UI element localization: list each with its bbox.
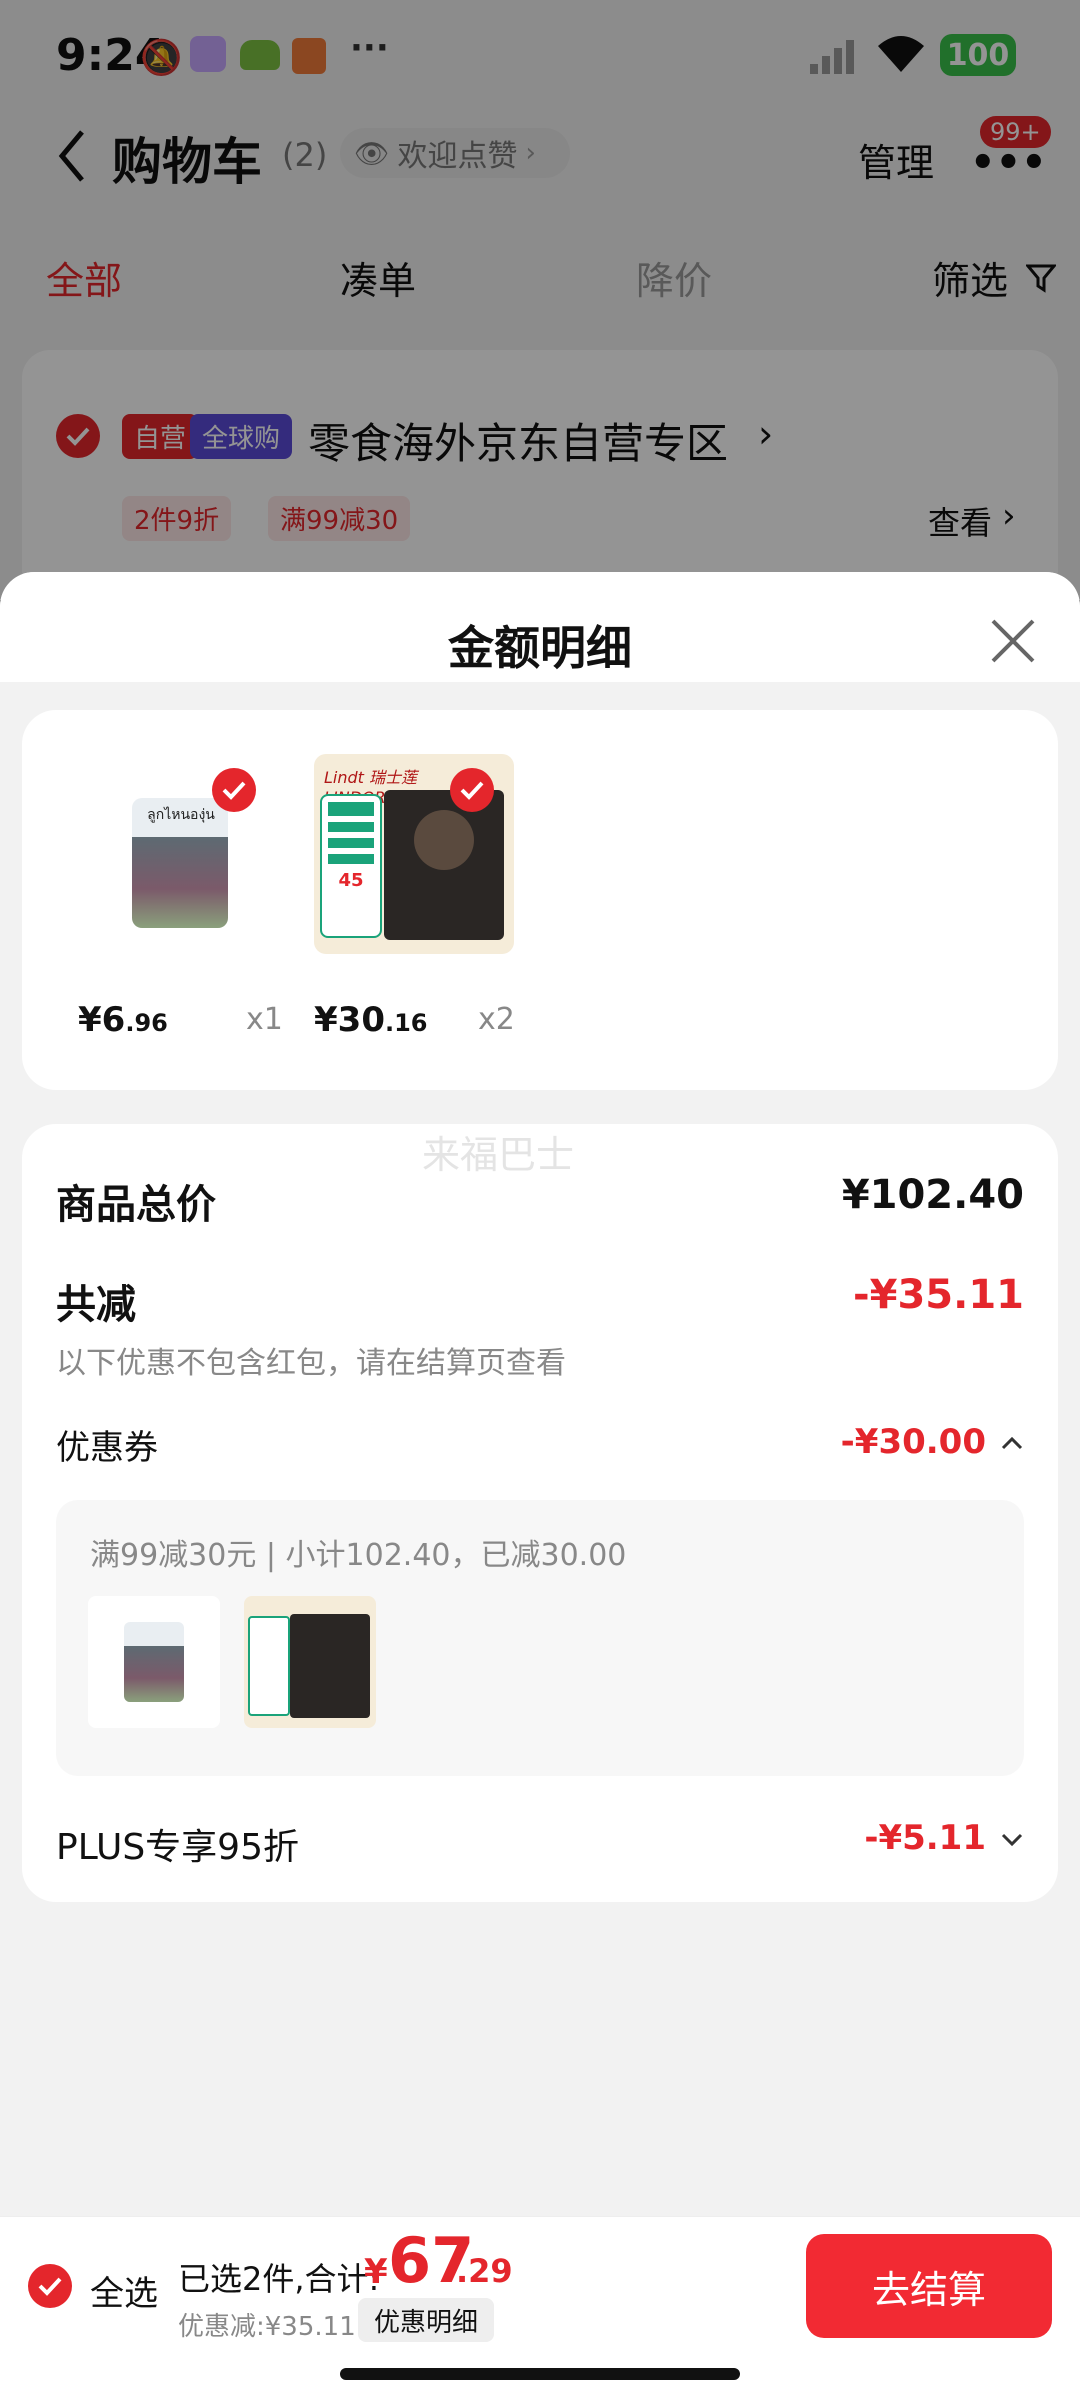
total-decimal: .29 — [456, 2252, 513, 2290]
coupon-detail-text: 满99减30元 | 小计102.40，已减30.00 — [90, 1538, 627, 1573]
item-2-quantity: x2 — [478, 1002, 515, 1037]
discount-text: 优惠减:¥35.11 — [178, 2312, 356, 2342]
plus-discount-label: PLUS专享95折 — [56, 1827, 299, 1868]
item-1-check-icon[interactable] — [212, 768, 256, 812]
chevron-down-icon[interactable] — [1000, 1830, 1024, 1848]
discount-detail-button[interactable]: 优惠明细 — [358, 2298, 495, 2342]
total-reduction-value: -¥35.11 — [853, 1272, 1024, 1318]
close-icon[interactable] — [990, 618, 1036, 664]
select-all-label[interactable]: 全选 — [90, 2266, 158, 2315]
select-all-check-icon[interactable] — [28, 2264, 72, 2308]
plus-discount-value[interactable]: -¥5.11 — [864, 1818, 986, 1858]
checkout-button[interactable]: 去结算 — [806, 2234, 1052, 2338]
amount-detail-sheet: 金额明细 ลูกไหนองุ่น Lindt 瑞士莲 LINDOR 45 — [0, 572, 1080, 2400]
reduction-note: 以下优惠不包含红包，请在结算页查看 — [56, 1346, 566, 1381]
item-2-price: ¥30.16 — [314, 1000, 428, 1040]
total-price-value: ¥102.40 — [841, 1172, 1024, 1218]
total-currency: ¥ — [364, 2252, 388, 2292]
item-2-check-icon[interactable] — [450, 768, 494, 812]
coupon-value[interactable]: -¥30.00 — [841, 1422, 986, 1462]
coupon-product-thumb-2 — [244, 1596, 376, 1728]
watermark: 来福巴士 — [422, 1133, 575, 1177]
item-1-quantity: x1 — [246, 1002, 283, 1037]
price-breakdown-card: 来福巴士 商品总价 ¥102.40 共减 -¥35.11 以下优惠不包含红包，请… — [22, 1124, 1058, 1902]
item-1-price: ¥6.96 — [78, 1000, 168, 1040]
selected-summary: 已选2件,合计: — [178, 2260, 380, 2298]
coupon-detail-box: 满99减30元 | 小计102.40，已减30.00 — [56, 1500, 1024, 1776]
coupon-label: 优惠券 — [56, 1428, 158, 1468]
total-reduction-label: 共减 — [56, 1282, 136, 1328]
home-indicator[interactable] — [340, 2368, 740, 2380]
total-price-label: 商品总价 — [56, 1182, 216, 1228]
selected-items-card: ลูกไหนองุ่น Lindt 瑞士莲 LINDOR 45 ¥6.96 x1 — [22, 710, 1058, 1090]
sheet-title: 金额明细 — [448, 621, 632, 675]
chevron-up-icon[interactable] — [1000, 1434, 1024, 1452]
coupon-product-thumb-1 — [88, 1596, 220, 1728]
